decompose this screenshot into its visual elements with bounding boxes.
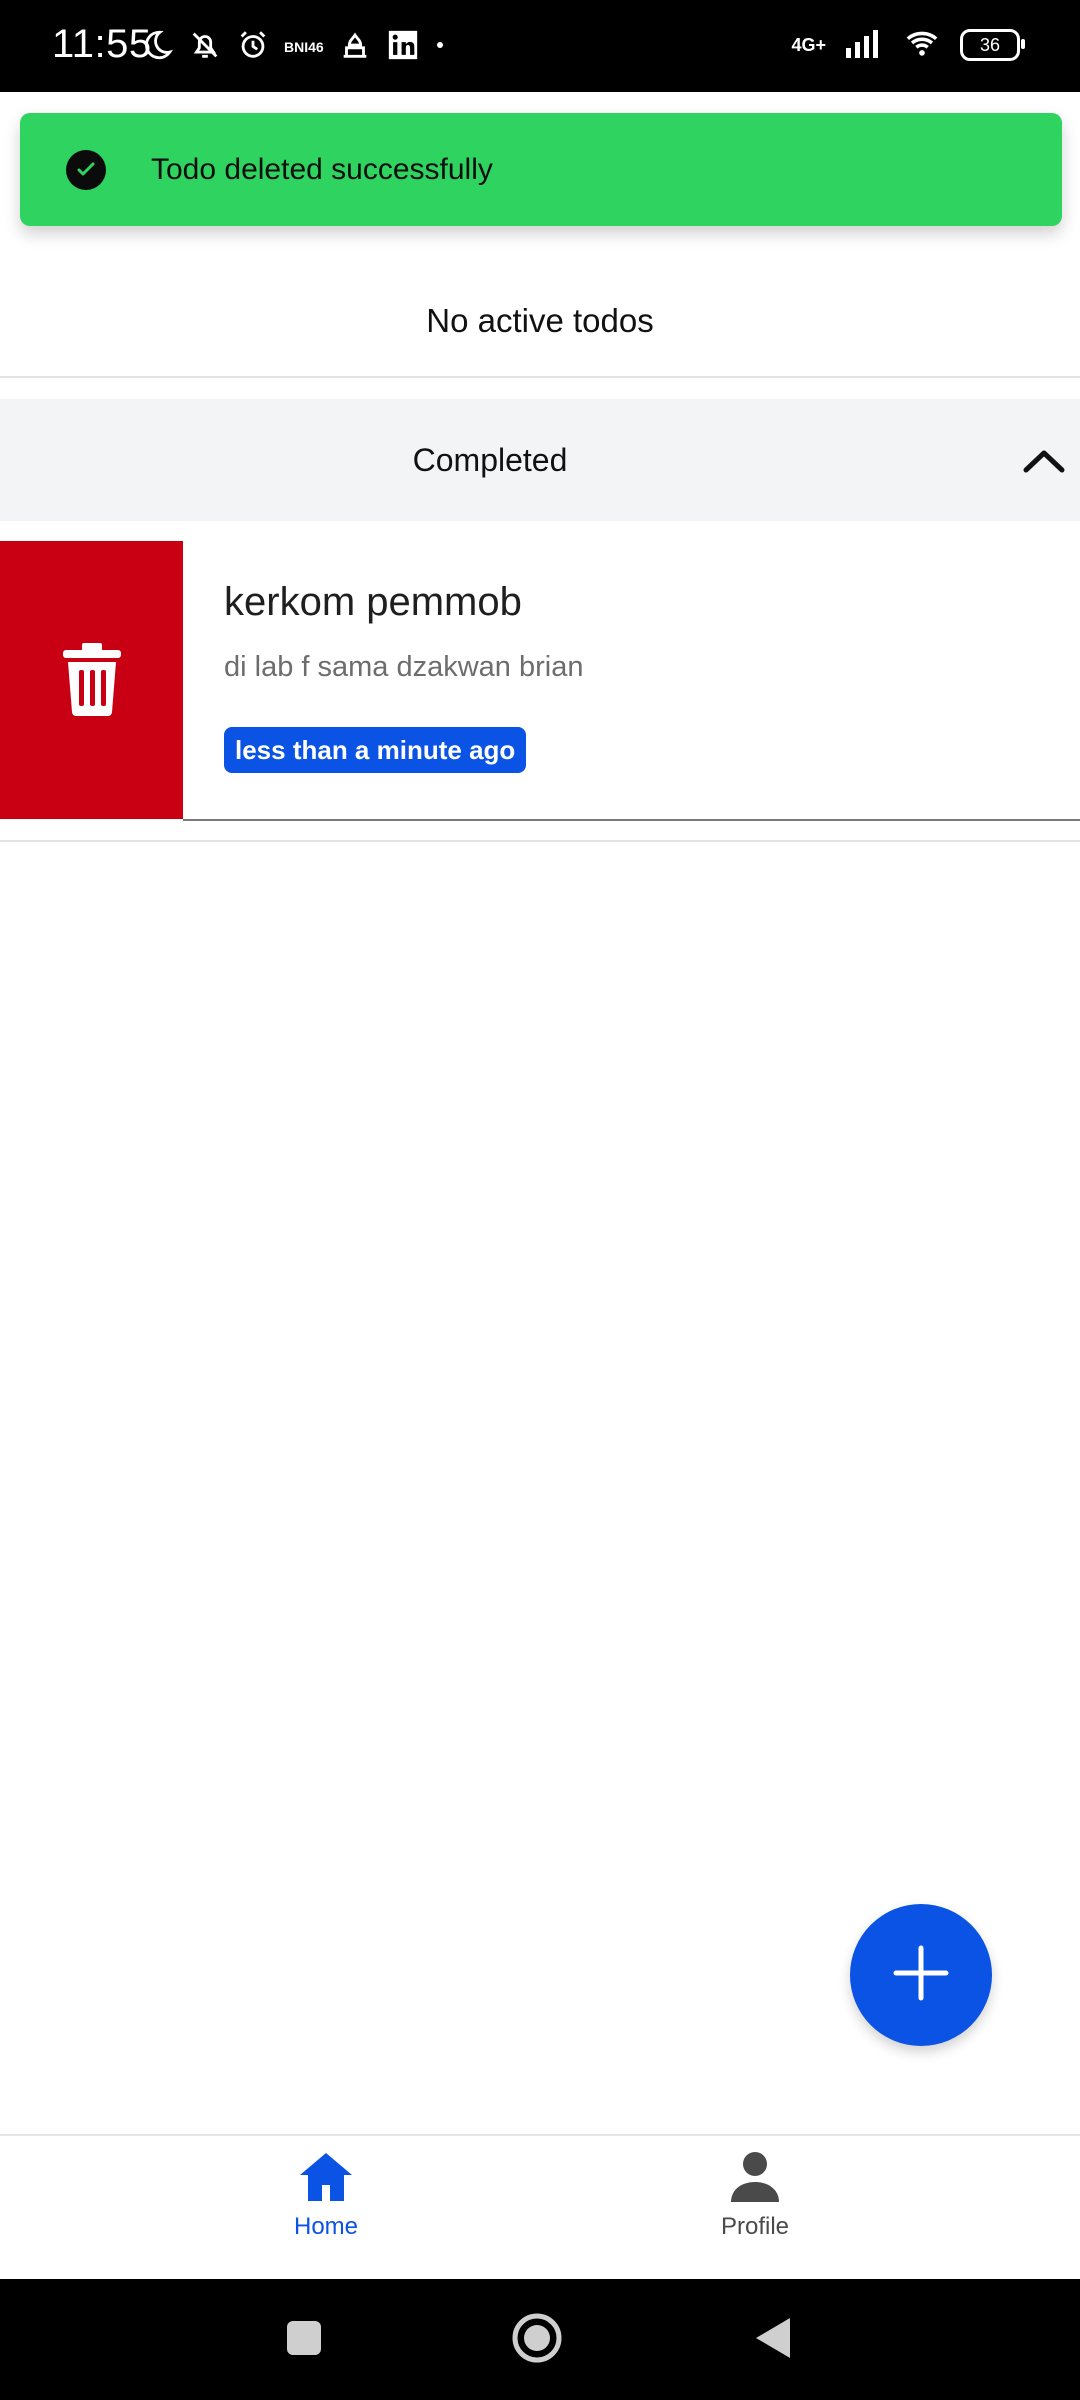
back-triangle-icon bbox=[750, 2314, 794, 2367]
nav-item-profile[interactable]: Profile bbox=[655, 2150, 855, 2270]
system-nav-bar bbox=[0, 2279, 1080, 2400]
no-active-todos-text: No active todos bbox=[426, 302, 654, 339]
wifi-icon bbox=[902, 26, 942, 65]
todo-title: kerkom pemmob bbox=[224, 580, 522, 624]
nav-label-home: Home bbox=[293, 2213, 359, 2240]
toast-message: Todo deleted successfully bbox=[151, 152, 493, 186]
success-toast: Todo deleted successfully bbox=[20, 113, 1062, 226]
check-circle-icon bbox=[66, 149, 106, 190]
status-time: 11:55 bbox=[52, 22, 152, 66]
time-badge: less than a minute ago bbox=[224, 727, 527, 773]
alarm-icon bbox=[236, 28, 270, 67]
back-button[interactable] bbox=[745, 2313, 799, 2367]
muted-bell-icon bbox=[188, 28, 222, 67]
person-icon bbox=[726, 2150, 784, 2209]
status-right-icons: 4G+ 36 bbox=[791, 20, 1025, 70]
status-left-icons: BNI46 bbox=[140, 22, 446, 72]
completed-title: Completed bbox=[412, 441, 568, 478]
todo-content[interactable]: kerkom pemmob di lab f sama dzakwan bria… bbox=[183, 541, 1080, 821]
recents-button[interactable] bbox=[277, 2313, 331, 2367]
chevron-up-icon[interactable] bbox=[1018, 437, 1070, 485]
moon-icon bbox=[140, 28, 174, 67]
completed-section-header[interactable]: Completed bbox=[0, 399, 1080, 521]
nav-label-profile: Profile bbox=[720, 2213, 790, 2240]
status-small-label: BNI46 bbox=[284, 39, 324, 55]
status-bar: 11:55 BNI46 4G+ 36 bbox=[0, 0, 1080, 92]
completed-todo-item[interactable]: kerkom pemmob di lab f sama dzakwan bria… bbox=[0, 541, 1080, 821]
battery-icon: 36 bbox=[960, 29, 1025, 61]
dot-icon bbox=[434, 38, 446, 56]
delete-action[interactable] bbox=[0, 541, 183, 819]
divider bbox=[0, 840, 1080, 842]
divider bbox=[0, 376, 1080, 378]
add-todo-button[interactable] bbox=[850, 1904, 992, 2046]
trash-icon bbox=[60, 640, 124, 721]
plus-icon bbox=[892, 1944, 950, 2007]
home-system-button[interactable] bbox=[510, 2313, 564, 2367]
square-icon bbox=[285, 2319, 323, 2362]
signal-icon bbox=[844, 26, 884, 65]
home-icon bbox=[297, 2150, 355, 2209]
linkedin-icon bbox=[386, 28, 420, 67]
nav-item-home[interactable]: Home bbox=[226, 2150, 426, 2270]
mosque-icon bbox=[338, 28, 372, 67]
network-type: 4G+ bbox=[791, 34, 826, 55]
circle-icon bbox=[510, 2311, 564, 2370]
bottom-nav: Home Profile bbox=[0, 2134, 1080, 2281]
todo-description: di lab f sama dzakwan brian bbox=[224, 651, 584, 683]
